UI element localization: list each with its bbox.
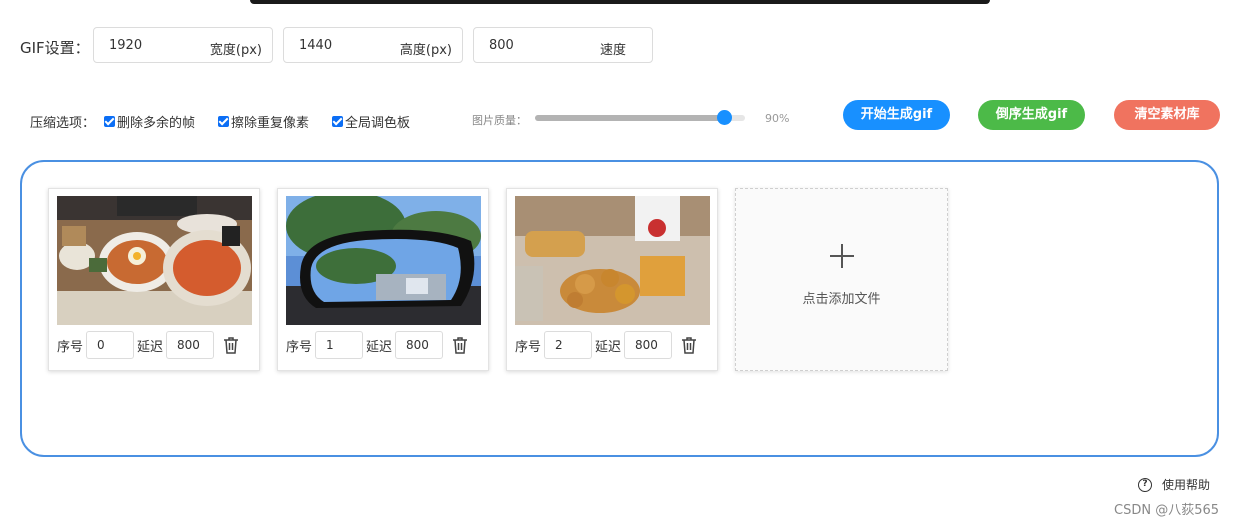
help-link[interactable]: ? 使用帮助: [1138, 476, 1210, 493]
checkbox-checked-icon[interactable]: [104, 116, 115, 127]
frame-controls: 序号 0 延迟 800: [57, 330, 239, 360]
trash-icon[interactable]: [681, 336, 697, 354]
checkbox-global-palette[interactable]: 全局调色板: [332, 112, 410, 131]
question-circle-icon: ?: [1138, 477, 1152, 492]
watermark: CSDN @八荻565: [1114, 503, 1220, 518]
index-label: 序号: [57, 339, 84, 355]
height-unit: 高度(px): [399, 43, 452, 58]
frame-controls: 序号 1 延迟 800: [286, 330, 468, 360]
checkbox-erase-pixels-label: 擦除重复像素: [231, 116, 310, 131]
plus-icon: [830, 244, 854, 268]
clear-library-button[interactable]: 清空素材库: [1114, 100, 1220, 130]
width-unit: 宽度(px): [209, 43, 262, 58]
width-field[interactable]: 1920 宽度(px): [93, 27, 273, 63]
frame-card: 序号 1 延迟 800: [277, 188, 489, 371]
index-label: 序号: [515, 339, 542, 355]
trash-icon[interactable]: [452, 336, 468, 354]
delay-label: 延迟: [366, 339, 393, 355]
frame-image-fried-chicken: [515, 196, 710, 325]
start-generate-button[interactable]: 开始生成gif: [843, 100, 950, 130]
height-field[interactable]: 1440 高度(px): [283, 27, 463, 63]
delay-label: 延迟: [595, 339, 622, 355]
quality-value: 90%: [765, 112, 790, 125]
index-label: 序号: [286, 339, 313, 355]
top-dark-bar: [250, 0, 990, 4]
add-file-label: 点击添加文件: [802, 292, 881, 307]
add-file-button[interactable]: 点击添加文件: [735, 188, 948, 371]
speed-unit: 速度: [599, 43, 626, 58]
quality-slider-fill: [535, 115, 724, 121]
compression-label: 压缩选项：: [30, 116, 96, 131]
checkbox-checked-icon[interactable]: [218, 116, 229, 127]
speed-value[interactable]: 800: [489, 38, 514, 53]
index-input[interactable]: 1: [315, 331, 364, 359]
delay-input[interactable]: 800: [395, 331, 444, 359]
checkbox-global-palette-label: 全局调色板: [345, 116, 411, 131]
delay-label: 延迟: [137, 339, 164, 355]
frame-card: 序号 2 延迟 800: [506, 188, 718, 371]
gif-settings-label: GIF设置：: [20, 39, 90, 57]
reverse-generate-button[interactable]: 倒序生成gif: [978, 100, 1085, 130]
frame-controls: 序号 2 延迟 800: [515, 330, 697, 360]
width-value[interactable]: 1920: [109, 38, 142, 53]
speed-field[interactable]: 800 速度: [473, 27, 653, 63]
index-input[interactable]: 2: [544, 331, 593, 359]
checkbox-checked-icon[interactable]: [332, 116, 343, 127]
trash-icon[interactable]: [223, 336, 239, 354]
delay-input[interactable]: 800: [166, 331, 215, 359]
frame-card: 序号 0 延迟 800: [48, 188, 260, 371]
frame-image-food: [57, 196, 252, 325]
checkbox-remove-frames-label: 删除多余的帧: [117, 116, 196, 131]
quality-label: 图片质量：: [472, 114, 527, 127]
checkbox-erase-pixels[interactable]: 擦除重复像素: [218, 112, 309, 131]
quality-slider-handle[interactable]: [717, 110, 732, 125]
quality-slider[interactable]: [535, 110, 745, 125]
help-label: 使用帮助: [1162, 478, 1211, 492]
checkbox-remove-frames[interactable]: 删除多余的帧: [104, 112, 195, 131]
index-input[interactable]: 0: [86, 331, 135, 359]
delay-input[interactable]: 800: [624, 331, 673, 359]
frame-image-mirror: [286, 196, 481, 325]
height-value[interactable]: 1440: [299, 38, 332, 53]
